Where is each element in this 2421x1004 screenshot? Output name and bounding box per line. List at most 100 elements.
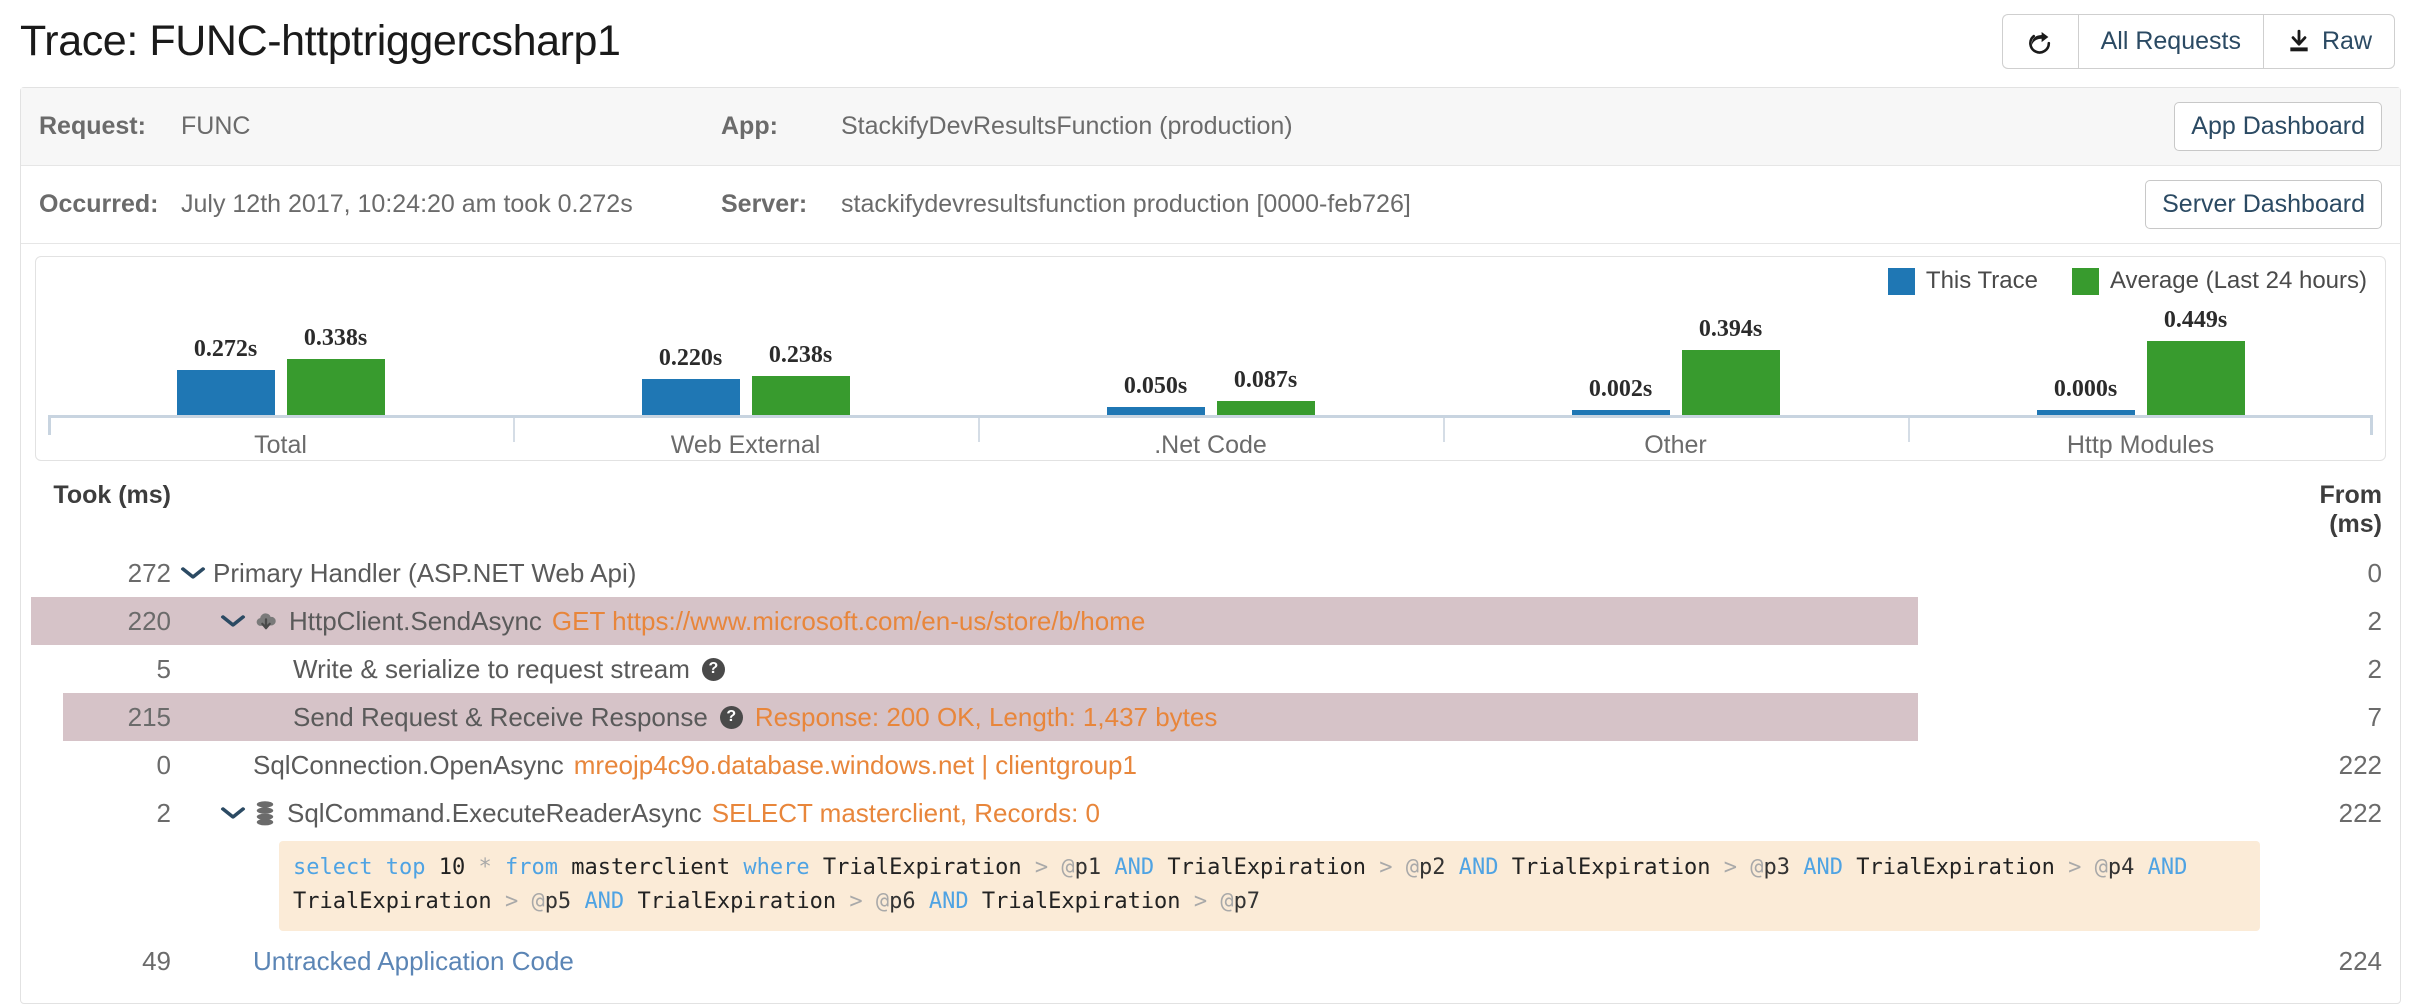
trace-row-operation: Primary Handler (ASP.NET Web Api) — [213, 557, 637, 588]
server-label: Server: — [721, 190, 808, 218]
trace-row-took: 220 — [127, 605, 171, 636]
legend-swatch-this-trace — [1887, 267, 1915, 295]
bar-average[interactable] — [286, 359, 385, 415]
expand-caret-icon[interactable] — [181, 562, 206, 584]
trace-row-operation: Write & serialize to request stream — [293, 653, 690, 684]
page-title: Trace: FUNC-httptriggercsharp1 — [20, 17, 621, 65]
request-label: Request: — [39, 112, 146, 140]
trace-card: Request: FUNC App: StackifyDevResultsFun… — [20, 87, 2401, 1004]
trace-detail-table: Took (ms) From (ms) 272 Primary Handler (… — [21, 475, 2400, 1003]
trace-row[interactable]: 5 Write & serialize to request stream? 2 — [21, 645, 2400, 693]
trace-row-from: 222 — [2338, 749, 2382, 780]
help-icon[interactable]: ? — [701, 657, 725, 681]
trace-row-took: 272 — [127, 557, 171, 588]
server-dashboard-cell: Server Dashboard — [2135, 166, 2400, 244]
bar-value-label: 0.394s — [1698, 316, 1763, 342]
database-icon — [253, 800, 277, 826]
trace-row-list: 272 Primary Handler (ASP.NET Web Api) 0 220… — [21, 549, 2400, 985]
legend-label-average: Average (Last 24 hours) — [2109, 267, 2367, 294]
trace-row-name-cell: Send Request & Receive Response? Response… — [171, 702, 2260, 733]
performance-chart: This Trace Average (Last 24 hours) 0.272… — [35, 256, 2386, 461]
expand-caret-icon[interactable] — [221, 610, 246, 632]
trace-row-link[interactable]: Untracked Application Code — [253, 946, 574, 977]
bar-value-label: 0.050s — [1123, 373, 1188, 399]
trace-row-name-cell: Primary Handler (ASP.NET Web Api) — [171, 558, 2260, 589]
trace-row-name-cell: SqlConnection.OpenAsync mreojp4c9o.databa… — [171, 750, 2260, 781]
header-button-group: All Requests Raw — [2001, 14, 2395, 69]
bar-average[interactable] — [751, 376, 850, 415]
page-header: Trace: FUNC-httptriggercsharp1 All Reque… — [0, 0, 2421, 79]
trace-row-detail[interactable]: SELECT masterclient, Records: 0 — [712, 798, 1100, 829]
app-dashboard-cell: App Dashboard — [2135, 88, 2400, 166]
trace-row-operation: HttpClient.SendAsync — [289, 605, 542, 636]
bar-value-label: 0.338s — [303, 325, 368, 351]
bar-wrap-average: 0.087s — [1216, 305, 1315, 415]
trace-table-header: Took (ms) From (ms) — [21, 475, 2400, 549]
all-requests-label: All Requests — [2100, 27, 2241, 55]
legend-swatch-average — [2071, 267, 2099, 295]
share-button[interactable] — [2001, 14, 2078, 69]
trace-row-name-cell: SqlCommand.ExecuteReaderAsync SELECT mast… — [171, 798, 2260, 829]
bar-value-label: 0.220s — [658, 345, 723, 371]
axis-category-labels: Total Web External .Net Code Other Http Modu… — [48, 431, 2373, 460]
axis-label-other: Other — [1644, 431, 1707, 459]
legend-item-this-trace: This Trace — [1887, 267, 2038, 295]
bar-wrap-average: 0.238s — [751, 305, 850, 415]
bar-this-trace[interactable] — [641, 379, 740, 415]
trace-row[interactable]: 2 SqlCommand.ExecuteReaderAsync SELECT mas… — [21, 789, 2400, 837]
occurred-label: Occurred: — [39, 190, 159, 218]
chart-group-net-code: 0.050s 0.087s — [978, 305, 1443, 415]
app-dashboard-button[interactable]: App Dashboard — [2174, 102, 2382, 151]
bar-value-label: 0.087s — [1233, 367, 1298, 393]
trace-row-detail[interactable]: Response: 200 OK, Length: 1,437 bytes — [755, 702, 1218, 733]
raw-button[interactable]: Raw — [2262, 14, 2395, 69]
trace-row[interactable]: 0 SqlConnection.OpenAsync mreojp4c9o.datab… — [21, 741, 2400, 789]
chart-axis: Total Web External .Net Code Other Http Modu… — [48, 415, 2373, 459]
app-label: App: — [721, 112, 778, 140]
sql-query-row: select top 10 * from masterclient where … — [21, 837, 2400, 937]
bar-value-label: 0.449s — [2163, 307, 2228, 333]
axis-label-total: Total — [254, 431, 307, 459]
bar-average[interactable] — [1216, 401, 1315, 415]
trace-row-operation: Send Request & Receive Response — [293, 701, 708, 732]
help-icon[interactable]: ? — [719, 705, 743, 729]
info-row-request: Request: FUNC App: StackifyDevResultsFun… — [21, 88, 2400, 166]
bar-this-trace[interactable] — [1106, 407, 1205, 415]
bar-value-label: 0.000s — [2053, 376, 2118, 402]
expand-caret-icon[interactable] — [221, 802, 246, 824]
trace-row-operation: SqlConnection.OpenAsync — [253, 749, 564, 780]
trace-row-from: 2 — [2367, 605, 2382, 636]
trace-row[interactable]: 49 Untracked Application Code 224 — [21, 937, 2400, 985]
trace-row[interactable]: 215 Send Request & Receive Response? Respo… — [21, 693, 2400, 741]
raw-label: Raw — [2321, 27, 2372, 55]
download-icon — [2286, 29, 2312, 55]
trace-row-from: 224 — [2338, 945, 2382, 976]
trace-row[interactable]: 272 Primary Handler (ASP.NET Web Api) 0 — [21, 549, 2400, 597]
legend-label-this-trace: This Trace — [1925, 267, 2038, 294]
column-header-from: From (ms) — [2319, 481, 2383, 538]
bar-wrap-this-trace: 0.220s — [641, 305, 740, 415]
trace-row[interactable]: 220 HttpClient.SendAsync GET https://www.m… — [21, 597, 2400, 645]
share-icon — [2027, 28, 2054, 55]
occurred-value: July 12th 2017, 10:24:20 am took 0.272s — [181, 190, 633, 218]
trace-row-detail[interactable]: GET https://www.microsoft.com/en-us/stor… — [552, 606, 1145, 637]
bar-wrap-this-trace: 0.272s — [176, 305, 275, 415]
sql-query-block[interactable]: select top 10 * from masterclient where … — [279, 841, 2260, 932]
bar-average[interactable] — [2146, 341, 2245, 415]
all-requests-button[interactable]: All Requests — [2077, 14, 2263, 69]
server-value: stackifydevresultsfunction production [0… — [841, 190, 1411, 218]
chart-group-other: 0.002s 0.394s — [1443, 305, 1908, 415]
trace-row-from: 222 — [2338, 797, 2382, 828]
trace-row-took: 5 — [156, 653, 171, 684]
server-dashboard-button[interactable]: Server Dashboard — [2145, 180, 2382, 229]
bar-average[interactable] — [1681, 350, 1780, 415]
axis-baseline — [48, 415, 2373, 418]
trace-row-from: 0 — [2367, 557, 2382, 588]
column-header-took: Took (ms) — [53, 481, 171, 509]
bar-this-trace[interactable] — [176, 370, 275, 415]
request-value: FUNC — [181, 112, 251, 140]
bar-value-label: 0.002s — [1588, 376, 1653, 402]
trace-row-detail[interactable]: mreojp4c9o.database.windows.net | client… — [574, 750, 1137, 781]
axis-label-web-external: Web External — [670, 431, 821, 459]
app-value: StackifyDevResultsFunction (production) — [841, 112, 1293, 140]
